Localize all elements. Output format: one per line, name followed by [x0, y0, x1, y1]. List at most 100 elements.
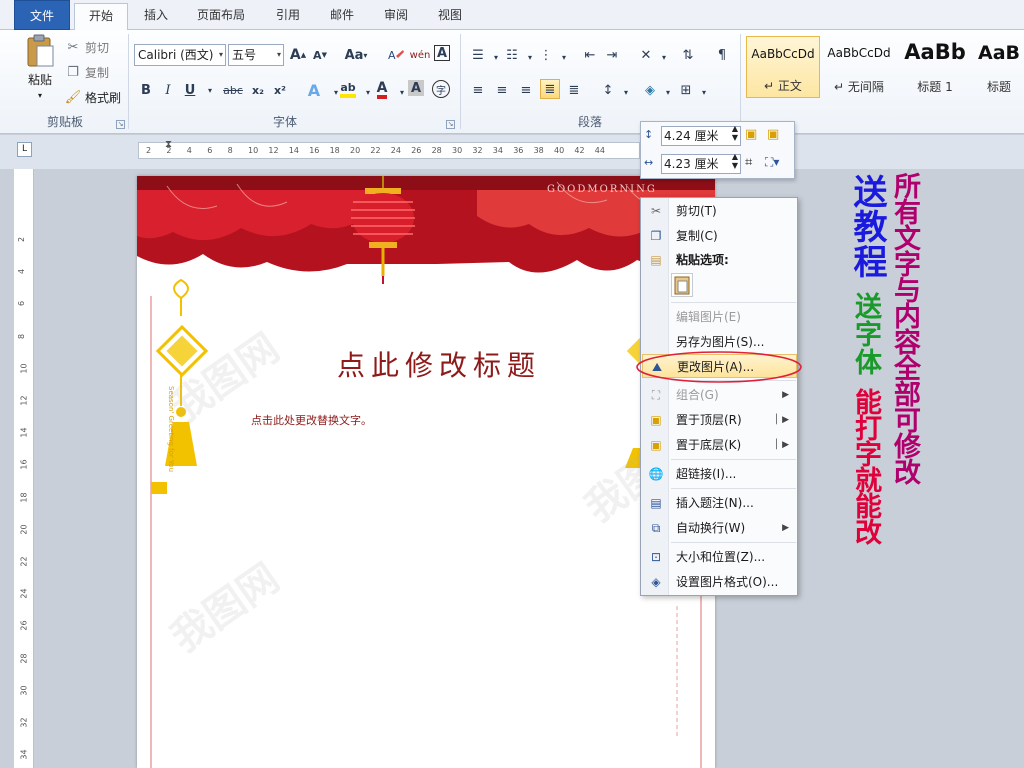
increase-indent-icon[interactable]: ⇥: [602, 45, 622, 65]
menu-item-label: 复制(C): [676, 229, 718, 243]
decrease-indent-icon[interactable]: ⇤: [580, 45, 600, 65]
tab-selector-icon[interactable]: L: [17, 142, 32, 157]
justify-icon[interactable]: ≣: [540, 79, 560, 99]
highlight-icon[interactable]: ab: [338, 80, 358, 100]
ruler-tick-label: 10: [248, 146, 259, 155]
tab-review[interactable]: 审阅: [374, 3, 418, 30]
menu-item-change-picture[interactable]: ⛰ 更改图片(A)...: [642, 354, 797, 378]
strikethrough-icon[interactable]: abc: [220, 80, 246, 100]
horizontal-ruler[interactable]: 2 2 4 6 8 10 12 14 16 18 20 22 24 26 28 30 32 34 36 38 40 42 4…: [0, 135, 1024, 169]
distribute-icon[interactable]: ≣: [564, 80, 584, 100]
format-painter-button[interactable]: 🖌 格式刷: [64, 88, 121, 106]
italic-icon[interactable]: I: [158, 80, 178, 100]
paste-button[interactable]: 粘贴 ▾: [20, 34, 60, 104]
menu-item-hyperlink[interactable]: 🌐 超链接(I)...: [642, 462, 797, 486]
style-heading-1[interactable]: AaBb 标题 1: [898, 36, 972, 98]
pinyin-guide-icon[interactable]: wén: [410, 45, 431, 65]
grow-font-icon[interactable]: A ▲: [288, 45, 308, 65]
height-input[interactable]: 4.24 厘米 ▲ ▼: [661, 124, 741, 146]
ruler-tick-label: 20: [19, 524, 29, 535]
tab-file[interactable]: 文件: [14, 0, 70, 30]
bullets-icon[interactable]: ☰: [468, 45, 488, 65]
tab-mailings[interactable]: 邮件: [320, 3, 364, 30]
menu-item-cut[interactable]: ✂ 剪切(T): [642, 199, 797, 223]
tab-insert[interactable]: 插入: [134, 3, 178, 30]
borders-dropdown-icon[interactable]: ▾: [694, 82, 714, 102]
vertical-ruler[interactable]: 24681012141618202224262830323436: [14, 169, 34, 768]
page-body-text[interactable]: 点击此处更改替换文字。: [251, 412, 372, 428]
text-effects-icon[interactable]: A: [304, 80, 324, 100]
cut-button[interactable]: ✂ 剪切: [64, 38, 109, 56]
align-right-icon[interactable]: ≡: [516, 80, 536, 100]
subscript-icon[interactable]: x₂: [248, 80, 268, 100]
ruler-tick-label: 28: [431, 146, 442, 155]
align-left-icon[interactable]: ≡: [468, 80, 488, 100]
copy-button[interactable]: ❐ 复制: [64, 63, 109, 81]
font-name-combo[interactable]: Calibri (西文) ▾: [134, 44, 226, 66]
wrap-text-icon[interactable]: ⛶▾: [765, 155, 779, 170]
spinner-arrows-icon[interactable]: ▲ ▼: [732, 152, 738, 170]
show-marks-icon[interactable]: ¶: [712, 45, 732, 65]
style-title[interactable]: AaB 标题: [974, 36, 1024, 98]
font-size-combo[interactable]: 五号 ▾: [228, 44, 284, 66]
clipboard-launcher-icon[interactable]: ↘: [116, 120, 125, 129]
menu-item-size-position[interactable]: ⊡ 大小和位置(Z)...: [642, 545, 797, 569]
ruler-tick-label: 18: [19, 492, 29, 503]
menu-item-copy[interactable]: ❐ 复制(C): [642, 224, 797, 248]
svg-text:A: A: [388, 49, 396, 62]
bold-icon[interactable]: B: [136, 80, 156, 100]
menu-item-group[interactable]: ⛶ 组合(G) ▶: [642, 383, 797, 407]
char-border-icon[interactable]: A: [434, 45, 450, 61]
line-spacing-dropdown-icon[interactable]: ▾: [616, 82, 636, 102]
asian-layout-dropdown-icon[interactable]: ▾: [654, 47, 674, 67]
menu-item-bring-to-front[interactable]: ▣ 置于顶层(R) │ ▶: [642, 408, 797, 432]
tab-page-layout[interactable]: 页面布局: [186, 3, 256, 30]
sort-icon[interactable]: ⇅: [678, 45, 698, 65]
menu-item-send-to-back[interactable]: ▣ 置于底层(K) │ ▶: [642, 433, 797, 457]
asian-layout-icon[interactable]: ✕: [636, 45, 656, 65]
shading-dropdown-icon[interactable]: ▾: [658, 82, 678, 102]
font-launcher-icon[interactable]: ↘: [446, 120, 455, 129]
paste-dropdown-icon[interactable]: ▾: [38, 91, 42, 100]
line-spacing-icon[interactable]: ↕: [598, 80, 618, 100]
width-input[interactable]: 4.23 厘米 ▲ ▼: [661, 152, 741, 174]
style-normal[interactable]: AaBbCcDd ↵ 正文: [746, 36, 820, 98]
spinner-arrows-icon[interactable]: ▲ ▼: [732, 124, 738, 142]
shading-icon[interactable]: ◈: [640, 80, 660, 100]
ruler-tick-label: 22: [19, 556, 29, 567]
menu-item-insert-caption[interactable]: ▤ 插入题注(N)...: [642, 491, 797, 515]
menu-item-format-picture[interactable]: ◈ 设置图片格式(O)...: [642, 570, 797, 594]
style-no-spacing[interactable]: AaBbCcDd ↵ 无间隔: [822, 36, 896, 98]
align-center-icon[interactable]: ≡: [492, 80, 512, 100]
tab-home[interactable]: 开始: [74, 3, 128, 31]
change-case-icon[interactable]: Aa ▾: [342, 45, 370, 65]
menu-item-save-as-picture[interactable]: 另存为图片(S)...: [642, 330, 797, 354]
width-value: 4.23 厘米: [664, 157, 719, 171]
multilevel-list-icon[interactable]: ⋮: [536, 45, 556, 65]
tab-references[interactable]: 引用: [266, 3, 310, 30]
enclose-chars-icon[interactable]: 字: [432, 80, 450, 98]
send-backward-icon[interactable]: ▣: [767, 127, 779, 142]
underline-dropdown-icon[interactable]: ▾: [200, 80, 220, 100]
multilevel-dropdown-icon[interactable]: ▾: [554, 47, 574, 67]
shrink-font-icon[interactable]: A ▼: [310, 45, 330, 65]
page-title[interactable]: 点此修改标题: [337, 344, 541, 384]
menu-item-text-wrapping[interactable]: ⧉ 自动换行(W) ▶: [642, 516, 797, 540]
numbering-icon[interactable]: ☷: [502, 45, 522, 65]
superscript-icon[interactable]: x²: [270, 80, 290, 100]
ruler-tick-label: 12: [268, 146, 279, 155]
char-shading-icon[interactable]: A: [408, 80, 424, 96]
menu-item-edit-picture[interactable]: 编辑图片(E): [642, 305, 797, 329]
tab-view[interactable]: 视图: [428, 3, 472, 30]
document-page[interactable]: 我图网 我图网 我图网 GOODMORNING Season' Greeting…: [137, 176, 715, 768]
style-sample: AaBbCcDd: [827, 46, 891, 60]
crop-icon[interactable]: ⌗: [745, 155, 752, 170]
underline-icon[interactable]: U: [180, 80, 200, 100]
indent-marker-icon[interactable]: ⧗: [165, 139, 172, 150]
borders-icon[interactable]: ⊞: [676, 80, 696, 100]
font-color-icon[interactable]: A: [372, 80, 392, 100]
grow-font-glyph: A: [289, 47, 301, 63]
bring-forward-icon[interactable]: ▣: [745, 127, 757, 142]
clear-format-icon[interactable]: A: [386, 45, 406, 65]
paste-keep-format-button[interactable]: [671, 273, 693, 297]
